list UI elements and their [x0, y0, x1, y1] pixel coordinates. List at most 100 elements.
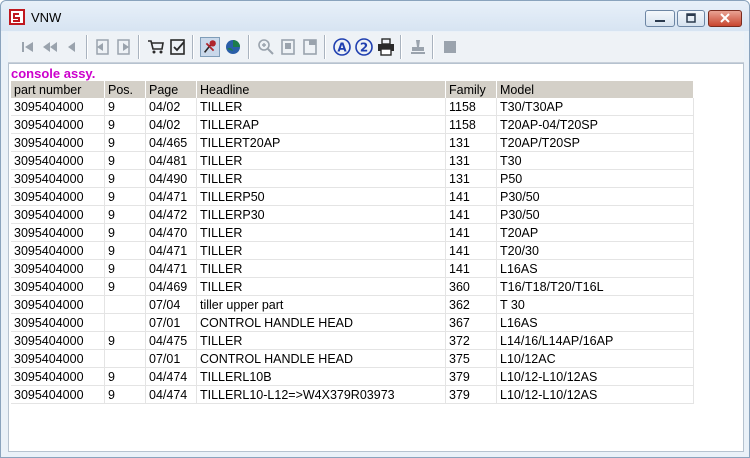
page-cell[interactable]: 04/481: [145, 151, 197, 170]
minimize-button[interactable]: [645, 10, 675, 27]
family-cell[interactable]: 379: [445, 385, 497, 404]
headline-cell[interactable]: TILLER: [196, 331, 446, 350]
page-cell[interactable]: 04/465: [145, 133, 197, 152]
headline-link[interactable]: TILLER: [200, 172, 242, 186]
part-number-cell[interactable]: 3095404000: [11, 295, 105, 314]
page-cell[interactable]: 04/469: [145, 277, 197, 296]
model-cell[interactable]: T30/T30AP: [496, 98, 694, 116]
model-cell[interactable]: P30/50: [496, 187, 694, 206]
part-number-cell[interactable]: 3095404000: [11, 98, 105, 116]
page-view-button[interactable]: [300, 37, 320, 57]
headline-cell[interactable]: TILLER: [196, 259, 446, 278]
part-number-cell[interactable]: 3095404000: [11, 169, 105, 188]
pos-cell[interactable]: 9: [104, 385, 146, 404]
pos-cell[interactable]: 9: [104, 259, 146, 278]
headline-cell[interactable]: TILLERT20AP: [196, 133, 446, 152]
model-cell[interactable]: L10/12AC: [496, 349, 694, 368]
table-row[interactable]: 3095404000 9 04/475 TILLER 372 L14/16/L14AP/1…: [11, 331, 694, 350]
part-number-cell[interactable]: 3095404000: [11, 331, 105, 350]
family-cell[interactable]: 141: [445, 205, 497, 224]
headline-cell[interactable]: TILLERAP: [196, 115, 446, 134]
family-cell[interactable]: 131: [445, 151, 497, 170]
page-cell[interactable]: 04/470: [145, 223, 197, 242]
model-cell[interactable]: T30: [496, 151, 694, 170]
table-row[interactable]: 3095404000 9 04/474 TILLERL10B 379 L10/12-L10…: [11, 367, 694, 386]
page-cell[interactable]: 04/475: [145, 331, 197, 350]
headline-cell[interactable]: CONTROL HANDLE HEAD: [196, 313, 446, 332]
pos-cell[interactable]: 9: [104, 205, 146, 224]
headline-link[interactable]: TILLER: [200, 244, 242, 258]
table-row[interactable]: 3095404000 9 04/469 TILLER 360 T16/T18/T20/T1…: [11, 277, 694, 296]
headline-cell[interactable]: tiller upper part: [196, 295, 446, 314]
letter-a-button[interactable]: A: [332, 37, 352, 57]
model-cell[interactable]: T20AP: [496, 223, 694, 242]
part-number-cell[interactable]: 3095404000: [11, 385, 105, 404]
table-row[interactable]: 3095404000 07/01 CONTROL HANDLE HEAD 367 L16…: [11, 313, 694, 332]
headline-cell[interactable]: TILLERL10-L12=>W4X379R03973: [196, 385, 446, 404]
previous-page-button[interactable]: [40, 37, 60, 57]
pos-cell[interactable]: 9: [104, 277, 146, 296]
pos-cell[interactable]: 9: [104, 331, 146, 350]
pos-cell[interactable]: [104, 349, 146, 368]
pos-cell[interactable]: [104, 295, 146, 314]
model-cell[interactable]: T20AP-04/T20SP: [496, 115, 694, 134]
pos-cell[interactable]: [104, 313, 146, 332]
part-number-cell[interactable]: 3095404000: [11, 187, 105, 206]
family-cell[interactable]: 1158: [445, 98, 497, 116]
table-row[interactable]: 3095404000 9 04/02 TILLER 1158 T30/T30AP: [11, 98, 694, 116]
column-header-pos[interactable]: Pos.: [104, 81, 146, 98]
table-row[interactable]: 3095404000 9 04/474 TILLERL10-L12=>W4X379R0…: [11, 385, 694, 404]
page-cell[interactable]: 04/490: [145, 169, 197, 188]
headline-cell[interactable]: TILLER: [196, 169, 446, 188]
pos-cell[interactable]: 9: [104, 169, 146, 188]
number-2-button[interactable]: 2: [354, 37, 374, 57]
page-cell[interactable]: 04/471: [145, 187, 197, 206]
pos-cell[interactable]: 9: [104, 223, 146, 242]
headline-cell[interactable]: TILLER: [196, 241, 446, 260]
part-number-cell[interactable]: 3095404000: [11, 115, 105, 134]
family-cell[interactable]: 367: [445, 313, 497, 332]
headline-cell[interactable]: TILLERP30: [196, 205, 446, 224]
family-cell[interactable]: 131: [445, 169, 497, 188]
headline-link[interactable]: TILLER: [200, 208, 242, 222]
part-number-cell[interactable]: 3095404000: [11, 151, 105, 170]
part-number-cell[interactable]: 3095404000: [11, 259, 105, 278]
model-cell[interactable]: L10/12-L10/12AS: [496, 385, 694, 404]
headline-link[interactable]: TILLER: [200, 280, 242, 294]
family-cell[interactable]: 372: [445, 331, 497, 350]
table-row[interactable]: 3095404000 9 04/470 TILLER 141 T20AP: [11, 223, 694, 242]
page-cell[interactable]: 04/472: [145, 205, 197, 224]
page-cell[interactable]: 04/02: [145, 115, 197, 134]
headline-link[interactable]: TILLER: [200, 100, 242, 114]
model-cell[interactable]: P30/50: [496, 205, 694, 224]
headline-cell[interactable]: TILLER: [196, 223, 446, 242]
part-number-cell[interactable]: 3095404000: [11, 277, 105, 296]
headline-cell[interactable]: CONTROL HANDLE HEAD: [196, 349, 446, 368]
model-cell[interactable]: P50: [496, 169, 694, 188]
column-header-model[interactable]: Model: [496, 81, 694, 98]
zoom-in-button[interactable]: [256, 37, 276, 57]
headline-cell[interactable]: TILLER: [196, 151, 446, 170]
table-row[interactable]: 3095404000 9 04/471 TILLER 141 T20/30: [11, 241, 694, 260]
pos-cell[interactable]: 9: [104, 187, 146, 206]
model-cell[interactable]: L10/12-L10/12AS: [496, 367, 694, 386]
pos-cell[interactable]: 9: [104, 151, 146, 170]
column-header-family[interactable]: Family: [445, 81, 497, 98]
headline-link[interactable]: TILLER: [200, 118, 242, 132]
family-cell[interactable]: 141: [445, 187, 497, 206]
headline-link[interactable]: CONTROL HANDLE HEAD: [200, 352, 353, 366]
model-cell[interactable]: T20/30: [496, 241, 694, 260]
headline-cell[interactable]: TILLERP50: [196, 187, 446, 206]
pos-cell[interactable]: 9: [104, 133, 146, 152]
page-cell[interactable]: 04/02: [145, 98, 197, 116]
headline-link[interactable]: TILLER: [200, 190, 242, 204]
column-header-page[interactable]: Page: [145, 81, 197, 98]
first-record-button[interactable]: [18, 37, 38, 57]
part-number-cell[interactable]: 3095404000: [11, 205, 105, 224]
table-row[interactable]: 3095404000 9 04/481 TILLER 131 T30: [11, 151, 694, 170]
print-button[interactable]: [376, 37, 396, 57]
part-number-cell[interactable]: 3095404000: [11, 367, 105, 386]
family-cell[interactable]: 375: [445, 349, 497, 368]
page-cell[interactable]: 07/04: [145, 295, 197, 314]
family-cell[interactable]: 362: [445, 295, 497, 314]
